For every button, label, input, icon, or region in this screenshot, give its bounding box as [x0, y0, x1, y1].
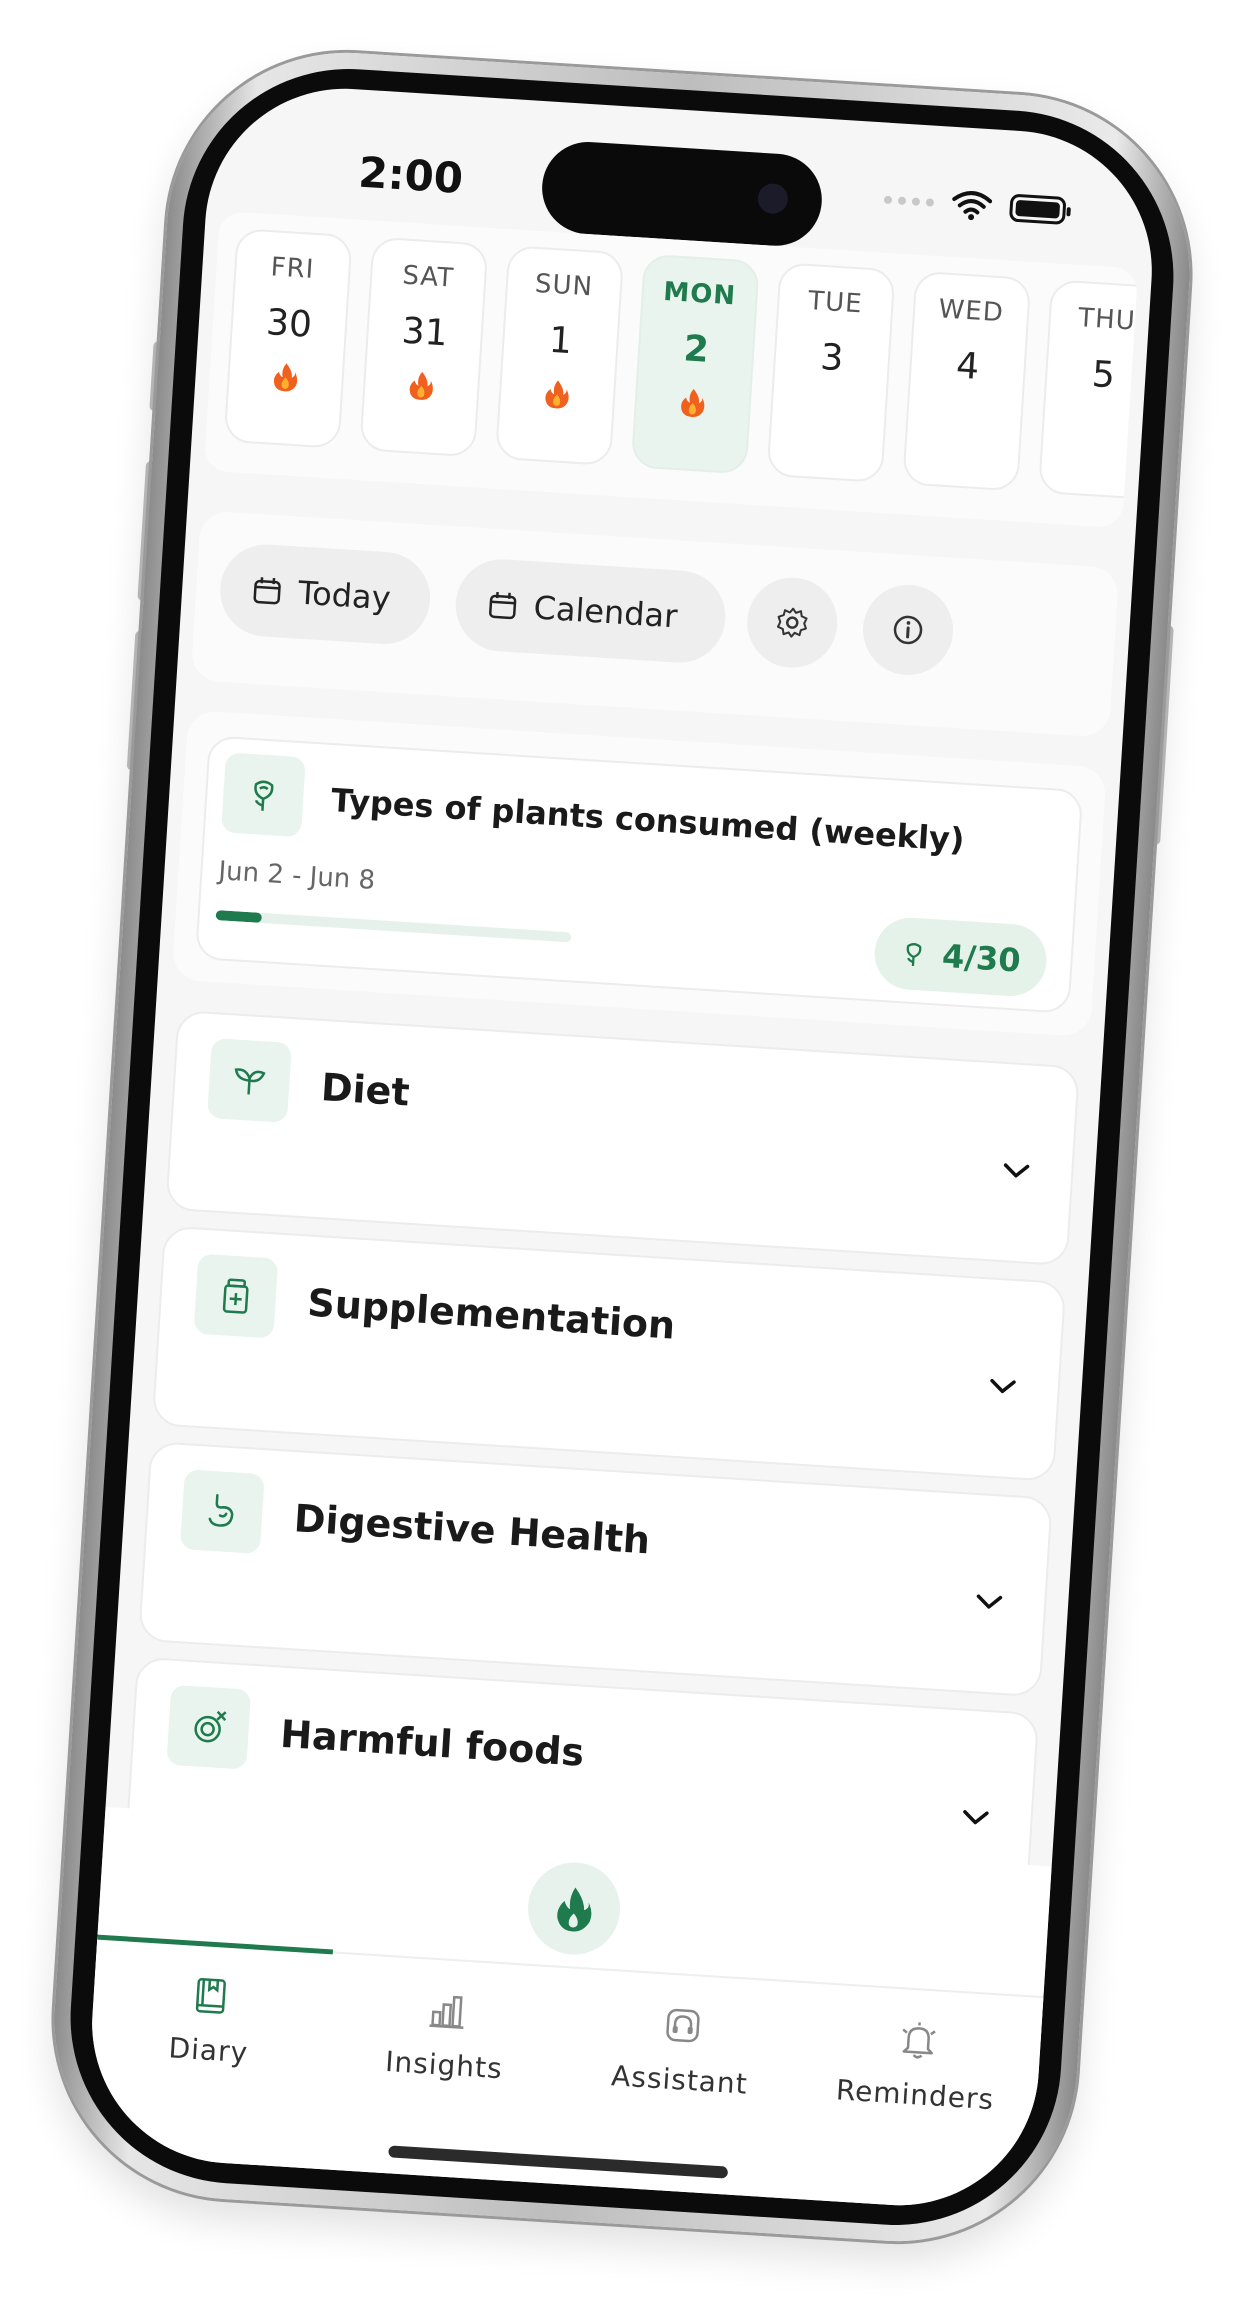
streak-flame — [679, 387, 707, 423]
status-icons — [883, 185, 1067, 226]
section-digestive-health[interactable]: Digestive Health — [138, 1440, 1053, 1698]
section-label-diet: Diet — [319, 1065, 411, 1115]
plants-date-range: Jun 2 - Jun 8 — [217, 856, 376, 896]
plants-title: Types of plants consumed (weekly) — [330, 781, 966, 859]
plants-tracker-panel: Types of plants consumed (weekly) Jun 2 … — [171, 709, 1107, 1038]
plants-progress-bar — [215, 910, 572, 943]
medicine-bottle-icon — [222, 1278, 249, 1314]
day-number: 1 — [547, 319, 574, 363]
day-name: WED — [937, 294, 1005, 329]
tab-label-diary: Diary — [167, 2031, 250, 2070]
cellular-signal-icon — [883, 195, 935, 207]
plants-progress-fill — [215, 910, 263, 923]
section-icon-box — [207, 1038, 292, 1123]
stomach-icon — [208, 1494, 234, 1527]
day-name: TUE — [807, 286, 864, 320]
calendar-icon — [489, 592, 517, 620]
flower-bud-icon — [906, 943, 921, 966]
settings-button[interactable] — [744, 574, 840, 671]
flame-icon — [409, 371, 433, 400]
status-time: 2:00 — [357, 147, 465, 204]
streak-flame — [543, 379, 571, 415]
tab-label-insights: Insights — [384, 2044, 504, 2086]
day-chip-mon[interactable]: MON 2 — [630, 253, 760, 475]
home-indicator — [388, 2145, 729, 2179]
day-name: MON — [662, 276, 737, 312]
diary-toolbar: Today Calendar — [190, 510, 1120, 738]
day-number: 4 — [954, 345, 981, 388]
flame-icon — [545, 380, 569, 409]
day-chip-sat[interactable]: SAT 31 — [359, 236, 489, 458]
streak-flame — [271, 362, 299, 398]
chevron-down-icon[interactable] — [1001, 1160, 1032, 1182]
day-chip-wed[interactable]: WED 4 — [902, 270, 1032, 492]
section-label-digestive-health: Digestive Health — [292, 1496, 652, 1563]
calendar-icon — [253, 577, 281, 605]
day-name: SAT — [401, 260, 455, 294]
calendar-button[interactable]: Calendar — [452, 556, 729, 666]
phone-mockup: 2:00 FRI 30 SAT 31 SUN 1 MON 2 TUE 3 WED 4 THU 5 T — [43, 41, 1201, 2253]
battery-icon — [1008, 193, 1067, 225]
chevron-down-icon[interactable] — [974, 1591, 1005, 1613]
day-name: SUN — [534, 268, 594, 303]
day-number: 3 — [819, 336, 845, 380]
section-diet[interactable]: Diet — [165, 1009, 1080, 1267]
day-chip-sun[interactable]: SUN 1 — [494, 245, 625, 466]
info-icon — [893, 615, 923, 645]
headset-icon — [666, 2008, 700, 2043]
tab-label-assistant: Assistant — [610, 2059, 749, 2101]
flame-icon — [273, 363, 298, 392]
today-label: Today — [296, 573, 392, 618]
day-number: 31 — [400, 310, 449, 355]
day-number: 30 — [264, 302, 314, 346]
plants-count-badge: 4/30 — [872, 915, 1049, 999]
day-chip-thu[interactable]: THU 5 — [1037, 279, 1139, 501]
diary-content: FRI 30 SAT 31 SUN 1 MON 2 TUE 3 WED 4 THU 5 Today Cal… — [83, 210, 1152, 2214]
week-day-strip: FRI 30 SAT 31 SUN 1 MON 2 TUE 3 WED 4 THU 5 — [203, 210, 1139, 529]
section-supplementation[interactable]: Supplementation — [151, 1225, 1067, 1482]
plants-tracker-card[interactable]: Types of plants consumed (weekly) Jun 2 … — [194, 735, 1084, 1014]
flame-icon — [557, 1887, 592, 1932]
streak-flame — [407, 370, 435, 406]
flame-icon — [681, 389, 705, 417]
chevron-down-icon[interactable] — [960, 1807, 991, 1829]
plants-count: 4/30 — [940, 936, 1022, 980]
gear-icon — [776, 607, 808, 638]
section-label-supplementation: Supplementation — [306, 1280, 677, 1348]
tab-label-reminders: Reminders — [835, 2073, 996, 2117]
app-screen: 2:00 FRI 30 SAT 31 SUN 1 MON 2 TUE 3 WED 4 THU 5 T — [83, 80, 1161, 2214]
bar-chart-icon — [429, 1995, 464, 2030]
tab-diary[interactable]: Diary — [90, 1969, 331, 2075]
day-chip-fri[interactable]: FRI 30 — [223, 228, 353, 449]
tab-assistant[interactable]: Assistant — [561, 1998, 802, 2104]
tab-insights[interactable]: Insights — [325, 1983, 566, 2089]
plant-icon-box — [220, 752, 306, 838]
day-chip-tue[interactable]: TUE 3 — [766, 262, 896, 484]
day-number: 5 — [1090, 354, 1117, 397]
book-icon — [195, 1978, 226, 2014]
wifi-icon — [952, 191, 993, 221]
section-icon-box — [166, 1684, 252, 1770]
info-button[interactable] — [860, 582, 956, 678]
stage: 2:00 FRI 30 SAT 31 SUN 1 MON 2 TUE 3 WED 4 THU 5 T — [0, 0, 1244, 2305]
section-label-harmful-foods: Harmful foods — [279, 1711, 586, 1775]
section-icon-box — [179, 1469, 265, 1555]
bell-icon — [902, 2022, 936, 2059]
streak-icon-circle — [525, 1859, 623, 1958]
no-food-icon — [194, 1710, 227, 1743]
section-icon-box — [193, 1253, 279, 1339]
tab-reminders[interactable]: Reminders — [796, 2013, 1037, 2119]
day-name: FRI — [269, 252, 316, 285]
camera-icon — [756, 182, 789, 215]
day-number: 2 — [682, 328, 711, 371]
today-button[interactable]: Today — [217, 541, 433, 647]
chevron-down-icon[interactable] — [987, 1375, 1018, 1397]
dynamic-island — [539, 139, 825, 249]
day-name: THU — [1077, 303, 1137, 337]
sprout-icon — [234, 1068, 266, 1095]
flower-bud-icon — [254, 780, 274, 811]
calendar-label: Calendar — [532, 588, 679, 636]
